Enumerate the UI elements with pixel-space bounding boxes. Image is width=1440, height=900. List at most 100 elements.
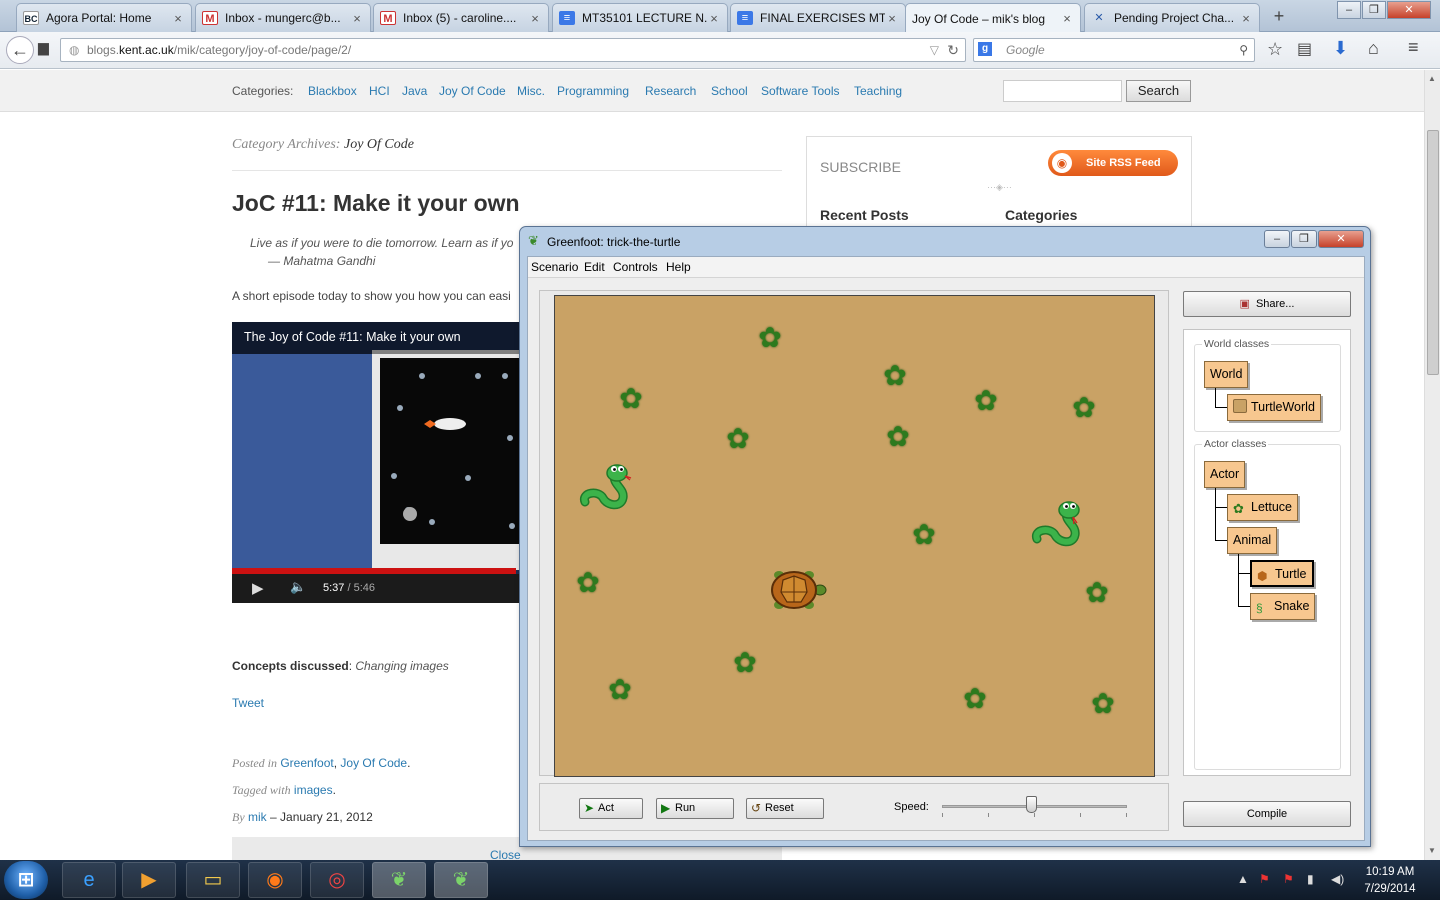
class-world[interactable]: World [1204,361,1249,388]
class-actor[interactable]: Actor [1204,461,1246,488]
reset-button[interactable]: ↺ Reset [746,798,824,819]
tab-pending-project[interactable]: ✕ Pending Project Cha... × [1084,3,1260,32]
lettuce-icon[interactable]: ✿ [614,382,648,416]
lettuce-icon[interactable]: ✿ [1067,391,1101,425]
category-link-hci[interactable]: HCI [369,84,390,98]
menu-scenario[interactable]: Scenario [531,260,578,274]
page-search-button[interactable]: Search [1126,80,1191,102]
turtle-icon[interactable] [765,566,827,614]
lettuce-icon[interactable]: ✿ [958,682,992,716]
restore-button[interactable]: ❐ [1362,1,1386,19]
search-bar[interactable]: g Google ⚲ [973,38,1255,62]
scrollbar-thumb[interactable] [1427,130,1439,375]
class-snake[interactable]: § Snake [1250,593,1316,620]
back-button[interactable]: ← [6,36,34,64]
reading-list-icon[interactable]: ▤ [1297,39,1312,59]
explorer-icon[interactable]: ▭ [186,862,240,898]
category-link-school[interactable]: School [711,84,748,98]
author-link[interactable]: mik [248,810,267,824]
firefox-icon[interactable]: ◉ [248,862,302,898]
tab-final-exercises[interactable]: ≡ FINAL EXERCISES MT... × [730,3,906,32]
category-link-java[interactable]: Java [402,84,427,98]
ie-icon[interactable]: e [62,862,116,898]
tab-agora-portal[interactable]: BC Agora Portal: Home × [16,3,192,32]
start-button[interactable]: ⊞ [4,861,48,899]
bookmarks-icon[interactable]: ▆ [38,39,49,56]
scroll-down-icon[interactable]: ▼ [1428,846,1436,855]
tab-close-icon[interactable]: × [1239,11,1253,26]
lettuce-icon[interactable]: ✿ [603,673,637,707]
gf-close-button[interactable]: ✕ [1318,230,1364,248]
tab-close-icon[interactable]: × [707,11,721,26]
new-tab-button[interactable]: + [1268,6,1290,27]
media-icon[interactable]: ▶ [122,862,176,898]
world-canvas[interactable]: ✿ ✿ ✿ ✿ ✿ ✿ ✿ ✿ ✿ ✿ ✿ ✿ ✿ ✿ [554,295,1155,777]
class-animal[interactable]: Animal [1227,527,1278,554]
action-center-icon[interactable]: ⚑ [1259,872,1270,886]
tweet-link[interactable]: Tweet [232,696,264,710]
posted-in-greenfoot[interactable]: Greenfoot [280,756,333,770]
tray-expand-icon[interactable]: ▲ [1237,872,1249,886]
gf-minimize-button[interactable]: – [1264,230,1290,248]
menu-icon[interactable]: ≡ [1408,37,1419,58]
lettuce-icon[interactable]: ✿ [571,566,605,600]
post-title[interactable]: JoC #11: Make it your own [232,190,520,217]
lettuce-icon[interactable]: ✿ [878,359,912,393]
menu-controls[interactable]: Controls [613,260,658,274]
tag-images[interactable]: images [294,783,333,797]
lettuce-icon[interactable]: ✿ [721,422,755,456]
star-icon[interactable]: ☆ [1267,39,1283,60]
tab-mt35101-lecture[interactable]: ≡ MT35101 LECTURE N... × [552,3,728,32]
tab-close-icon[interactable]: × [885,11,899,26]
greenfoot-icon[interactable]: ❦ [372,862,426,898]
snake-icon[interactable] [1029,499,1085,555]
category-link-joy-of-code[interactable]: Joy Of Code [439,84,506,98]
lettuce-icon[interactable]: ✿ [907,518,941,552]
close-link[interactable]: Close [490,848,521,860]
lettuce-icon[interactable]: ✿ [881,420,915,454]
act-button[interactable]: ➤ Act [579,798,643,819]
class-turtleworld[interactable]: TurtleWorld [1227,394,1321,421]
search-icon[interactable]: ⚲ [1239,39,1248,61]
posted-in-joy-of-code[interactable]: Joy Of Code [340,756,407,770]
category-link-blackbox[interactable]: Blackbox [308,84,357,98]
video-title[interactable]: The Joy of Code #11: Make it your own [232,322,522,354]
category-link-misc[interactable]: Misc. [517,84,545,98]
signal-icon[interactable]: ▮ [1307,872,1314,886]
tab-joy-of-code[interactable]: Joy Of Code – mik's blog × [905,3,1081,33]
lettuce-icon[interactable]: ✿ [753,321,787,355]
url-bar[interactable]: ◍ blogs.kent.ac.uk/mik/category/joy-of-c… [60,38,966,62]
scroll-up-icon[interactable]: ▲ [1428,74,1436,83]
share-button[interactable]: ▣ Share... [1183,291,1351,317]
tab-close-icon[interactable]: × [528,11,542,26]
tab-close-icon[interactable]: × [1060,11,1074,26]
class-turtle[interactable]: ⬢ Turtle [1250,560,1314,587]
lettuce-icon[interactable]: ✿ [1080,576,1114,610]
reload-icon[interactable]: ↻ [947,39,959,61]
tab-close-icon[interactable]: × [350,11,364,26]
tab-close-icon[interactable]: × [171,11,185,26]
category-link-teaching[interactable]: Teaching [854,84,902,98]
network-icon[interactable]: ⚑ [1283,872,1294,886]
home-icon[interactable]: ⌂ [1368,38,1379,59]
compile-button[interactable]: Compile [1183,801,1351,827]
category-link-software-tools[interactable]: Software Tools [761,84,840,98]
page-scrollbar[interactable]: ▲ ▼ [1424,70,1440,860]
volume-icon[interactable]: ◀) [1331,872,1344,886]
speed-slider-thumb[interactable] [1025,796,1037,813]
tab-inbox-caroline[interactable]: M Inbox (5) - caroline.... × [373,3,549,32]
menu-help[interactable]: Help [666,260,691,274]
lettuce-icon[interactable]: ✿ [1086,687,1120,721]
greenfoot-icon[interactable]: ❦ [434,862,488,898]
chrome-icon[interactable]: ◎ [310,862,364,898]
minimize-button[interactable]: – [1337,1,1361,19]
lettuce-icon[interactable]: ✿ [728,646,762,680]
lettuce-icon[interactable]: ✿ [969,384,1003,418]
snake-icon[interactable] [577,462,633,518]
gf-maximize-button[interactable]: ❐ [1291,230,1317,248]
category-link-research[interactable]: Research [645,84,696,98]
rss-feed-button[interactable]: ◉ Site RSS Feed [1048,150,1178,176]
dropdown-icon[interactable]: ▽ [930,39,939,61]
tab-inbox-mungerc[interactable]: M Inbox - mungerc@b... × [195,3,371,32]
menu-edit[interactable]: Edit [584,260,605,274]
